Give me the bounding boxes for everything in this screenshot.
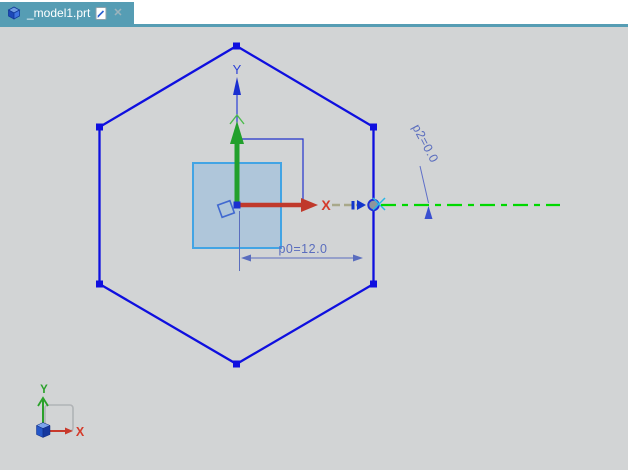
graphics-window[interactable]: Y X p0=12.0 p2=0.0 Y X — [0, 27, 628, 470]
y-axis-label: Y — [233, 62, 242, 77]
document-edit-icon — [95, 6, 107, 20]
triad-x-label: X — [76, 425, 85, 439]
wcs-origin-point[interactable] — [233, 201, 241, 209]
tab-bar: _model1.prt ✕ — [0, 0, 628, 24]
view-triad: Y X — [35, 384, 85, 439]
x-axis-marker: X — [321, 197, 331, 213]
dimension-p0-text[interactable]: p0=12.0 — [278, 242, 327, 256]
triad-origin-cube-icon — [35, 422, 51, 438]
tab-title: _model1.prt — [27, 6, 91, 20]
dimension-p2-text[interactable]: p2=0.0 — [409, 122, 441, 165]
tab-model1[interactable]: _model1.prt ✕ — [0, 2, 134, 24]
direction-arrow — [351, 200, 366, 210]
sketch-viewport[interactable]: Y X p0=12.0 p2=0.0 Y X — [0, 27, 628, 470]
triad-y-label: Y — [40, 384, 48, 396]
part-cube-icon — [7, 6, 21, 20]
close-icon[interactable]: ✕ — [113, 7, 122, 19]
